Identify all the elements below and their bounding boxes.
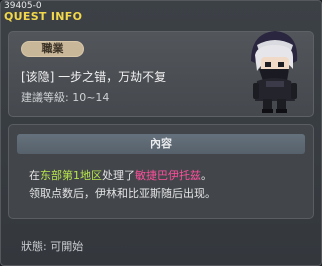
job-badge: 職業 [21, 41, 84, 57]
window-title: QUEST INFO [4, 10, 83, 23]
target-highlight: 敏捷巴伊托兹 [135, 169, 201, 182]
quest-status: 狀態: 可開始 [21, 240, 84, 253]
location-highlight: 东部第1地区 [40, 169, 102, 182]
quest-info-window: 39405-0 QUEST INFO 職業 [该隐] 一步之错，万劫不复 建議等… [0, 0, 322, 266]
content-line-1: 在东部第1地区处理了敏捷巴伊托兹。 [29, 169, 212, 182]
quest-content-panel: 內容 在东部第1地区处理了敏捷巴伊托兹。 领取点数后，伊林和比亚斯随后出现。 [8, 124, 314, 219]
recommended-level: 建議等級: 10~14 [21, 91, 110, 104]
content-line-2: 领取点数后，伊林和比亚斯随后出现。 [29, 187, 216, 200]
quest-name: [该隐] 一步之错，万劫不复 [21, 70, 167, 84]
npc-portrait-icon [251, 31, 298, 113]
content-header: 內容 [17, 134, 305, 154]
content-description: 在东部第1地区处理了敏捷巴伊托兹。 领取点数后，伊林和比亚斯随后出现。 [29, 167, 216, 203]
